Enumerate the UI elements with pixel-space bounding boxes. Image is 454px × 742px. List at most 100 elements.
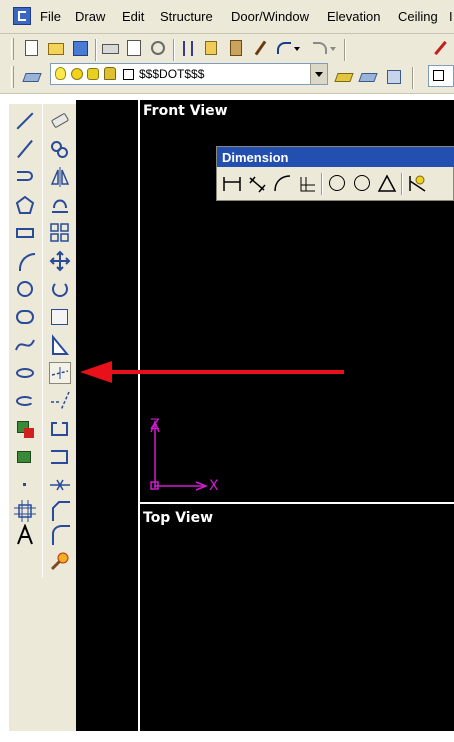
ordinate-icon: [300, 177, 315, 192]
menu-door-window[interactable]: Door/Window: [231, 9, 309, 24]
layers-stack-icon: [22, 73, 42, 82]
paste-button[interactable]: [226, 38, 246, 58]
menu-structure[interactable]: Structure: [160, 9, 213, 24]
menu-ceiling[interactable]: Ceiling: [398, 9, 438, 24]
new-file-button[interactable]: [22, 38, 42, 58]
pan-realtime-button[interactable]: [430, 38, 450, 58]
join-button[interactable]: [49, 474, 71, 496]
rotate-icon: [52, 281, 68, 297]
copy-object-button[interactable]: [49, 138, 71, 160]
match-properties-button[interactable]: [250, 38, 270, 58]
save-button[interactable]: [70, 38, 90, 58]
menu-more[interactable]: I: [449, 9, 453, 24]
top-view-viewport[interactable]: Top View: [138, 502, 454, 742]
text-icon: [17, 524, 33, 545]
app-icon[interactable]: [13, 7, 31, 25]
draw-line-button[interactable]: [14, 110, 36, 132]
ucs-x-label: X: [209, 478, 219, 494]
cut-button[interactable]: [178, 38, 198, 58]
draw-polygon-button[interactable]: [14, 194, 36, 216]
chevron-down-icon: [294, 47, 300, 51]
make-block-button[interactable]: [14, 446, 36, 468]
eraser-icon: [50, 112, 70, 129]
chevron-down-icon: [330, 47, 336, 51]
draw-spline-button[interactable]: [14, 334, 36, 356]
fillet-button[interactable]: [49, 524, 71, 546]
menu-file[interactable]: File: [40, 9, 61, 24]
extend-button[interactable]: [49, 390, 71, 412]
draw-arc-button[interactable]: [14, 250, 36, 272]
break-icon: [51, 422, 68, 436]
layers-previous-icon: [358, 73, 378, 82]
draw-arc-polyline-button[interactable]: [14, 166, 36, 188]
arc-length-dimension-button[interactable]: [272, 173, 292, 193]
aligned-dimension-button[interactable]: [247, 173, 267, 193]
draw-ellipse-arc-button[interactable]: [14, 390, 36, 412]
break-button[interactable]: [49, 418, 71, 440]
draw-rectangle-button[interactable]: [14, 222, 36, 244]
break-at-point-button[interactable]: [49, 446, 71, 468]
ordinate-dimension-button[interactable]: [297, 173, 317, 193]
insert-block-button[interactable]: [14, 418, 36, 440]
toolbar-separator: [173, 39, 175, 61]
layer-dropdown-arrow[interactable]: [310, 64, 327, 84]
offset-button[interactable]: [49, 194, 71, 216]
layer-select[interactable]: $$$DOT$$$: [50, 63, 328, 85]
stretch-button[interactable]: [49, 334, 71, 356]
multiline-text-button[interactable]: [14, 524, 36, 546]
rotate-button[interactable]: [49, 278, 71, 300]
radius-dimension-button[interactable]: [327, 173, 347, 193]
linear-dimension-button[interactable]: [222, 173, 242, 193]
diameter-dimension-button[interactable]: [352, 173, 372, 193]
scale-button[interactable]: [49, 306, 71, 328]
make-layer-current-button[interactable]: [334, 67, 354, 87]
undo-button[interactable]: [274, 38, 302, 58]
circle-icon: [17, 281, 33, 297]
mirror-button[interactable]: [49, 166, 71, 188]
paste-clipboard-icon: [230, 40, 242, 56]
open-file-button[interactable]: [46, 38, 66, 58]
layer-previous-button[interactable]: [358, 67, 378, 87]
redo-icon: [313, 42, 327, 54]
menu-edit[interactable]: Edit: [122, 9, 144, 24]
color-control-box[interactable]: [428, 65, 454, 87]
print-preview-icon: [127, 40, 141, 56]
layer-states-button[interactable]: [384, 67, 404, 87]
current-layer-name: $$$DOT$$$: [139, 67, 205, 81]
toolbar-grip[interactable]: [11, 38, 14, 60]
spell-check-button[interactable]: [148, 38, 168, 58]
printer-icon: [102, 44, 119, 54]
move-button[interactable]: [49, 250, 71, 272]
draw-polyline-button[interactable]: [14, 138, 36, 160]
trim-icon: [51, 367, 69, 379]
toolbar-grip[interactable]: [11, 66, 14, 88]
explode-button[interactable]: [49, 550, 71, 572]
hatch-button[interactable]: [14, 500, 36, 522]
break-at-point-icon: [51, 450, 68, 464]
layer-manager-button[interactable]: [22, 67, 42, 87]
dimension-toolbar-titlebar[interactable]: Dimension: [217, 147, 454, 167]
draw-circle-button[interactable]: [14, 278, 36, 300]
draw-point-button[interactable]: [14, 474, 36, 496]
array-icon: [50, 223, 69, 242]
redo-button[interactable]: [310, 38, 338, 58]
array-button[interactable]: [49, 222, 71, 244]
print-preview-button[interactable]: [124, 38, 144, 58]
paintbrush-icon: [254, 40, 267, 56]
copy-button[interactable]: [202, 38, 222, 58]
lightbulb-icon: [55, 67, 66, 80]
color-swatch-icon: [433, 70, 444, 81]
ucs-z-label: Z: [150, 417, 160, 433]
chamfer-button[interactable]: [49, 500, 71, 522]
radius-icon: [329, 175, 345, 191]
open-folder-icon: [48, 43, 64, 55]
draw-ellipse-button[interactable]: [14, 362, 36, 384]
erase-button[interactable]: [49, 110, 71, 132]
quick-dimension-button[interactable]: [407, 173, 427, 193]
menu-elevation[interactable]: Elevation: [327, 9, 380, 24]
angular-dimension-button[interactable]: [377, 173, 397, 193]
menu-draw[interactable]: Draw: [75, 9, 105, 24]
print-button[interactable]: [100, 38, 120, 58]
revision-cloud-button[interactable]: [14, 306, 36, 328]
dimension-tool-button[interactable]: [49, 362, 71, 384]
